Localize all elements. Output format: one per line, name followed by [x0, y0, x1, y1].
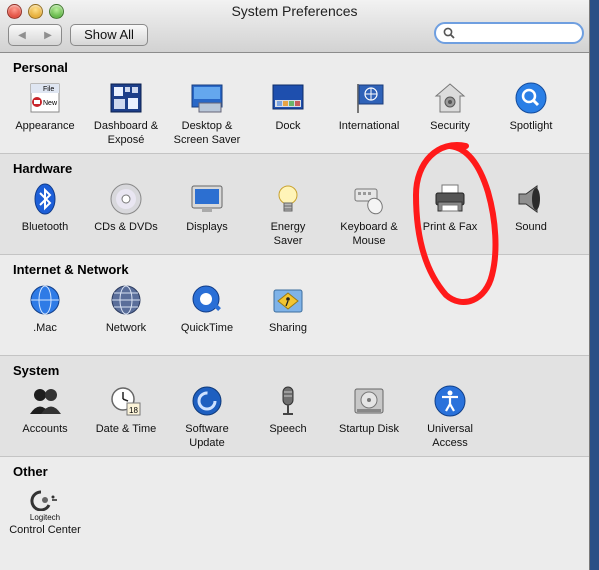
pref-label: Startup Disk	[339, 423, 399, 435]
international-icon	[352, 81, 386, 115]
keyboard-mouse-icon	[352, 182, 386, 216]
pref-label: Desktop & Screen Saver	[173, 120, 241, 146]
pref-energy-saver[interactable]: Energy Saver	[248, 182, 328, 248]
quicktime-icon	[190, 283, 224, 317]
microphone-icon	[271, 384, 305, 418]
pref-startup-disk[interactable]: Startup Disk	[329, 384, 409, 436]
dock-icon	[271, 81, 305, 115]
section-title: Personal	[13, 60, 68, 75]
pref-network[interactable]: Network	[86, 283, 166, 335]
window-title: System Preferences	[231, 3, 358, 19]
section-system: System Accounts 18 Date & Time Software …	[0, 356, 589, 457]
pref-logitech-control-center[interactable]: Logitech Control Center	[5, 485, 85, 537]
search-input[interactable]	[458, 24, 582, 42]
appearance-file-text: File	[43, 86, 54, 93]
back-button[interactable]: ◀	[18, 30, 26, 41]
pref-sound[interactable]: Sound	[491, 182, 571, 234]
dashboard-expose-icon	[109, 81, 143, 115]
software-update-icon	[190, 384, 224, 418]
system-preferences-window: System Preferences ◀ ▶ Show All Personal	[0, 0, 590, 570]
section-internet-network: Internet & Network .Mac Network QuickTim…	[0, 255, 589, 356]
appearance-new-text: New	[43, 100, 58, 107]
bluetooth-icon	[28, 182, 62, 216]
section-title: Internet & Network	[13, 262, 129, 277]
pref-speech[interactable]: Speech	[248, 384, 328, 436]
pref-label: Bluetooth	[21, 221, 69, 233]
startup-disk-icon	[352, 384, 386, 418]
calendar-day-text: 18	[129, 406, 138, 415]
pref-date-time[interactable]: 18 Date & Time	[86, 384, 166, 436]
pref-label: Control Center	[9, 524, 81, 536]
speaker-icon	[514, 182, 548, 216]
pref-accounts[interactable]: Accounts	[5, 384, 85, 436]
accounts-icon	[28, 384, 62, 418]
cd-dvd-icon	[109, 182, 143, 216]
pref-label: Energy Saver	[270, 221, 306, 247]
pref-bluetooth[interactable]: Bluetooth	[5, 182, 85, 234]
pref-label: Universal Access	[427, 423, 473, 449]
date-time-icon: 18	[109, 384, 143, 418]
pref-cds-dvds[interactable]: CDs & DVDs	[86, 182, 166, 234]
network-icon	[109, 283, 143, 317]
pref-appearance[interactable]: File New Appearance	[5, 81, 85, 133]
section-title: Other	[13, 464, 48, 479]
desktop-screensaver-icon	[190, 81, 224, 115]
pref-label: Accounts	[22, 423, 68, 435]
dotmac-icon	[28, 283, 62, 317]
section-hardware: Hardware Bluetooth CDs & DVDs Displays E…	[0, 154, 589, 255]
universal-access-icon	[433, 384, 467, 418]
pref-label: Date & Time	[95, 423, 157, 435]
section-personal: Personal File New Appearance Dashboard &…	[0, 53, 589, 154]
pref-label: Software Update	[185, 423, 229, 449]
pref-keyboard-mouse[interactable]: Keyboard & Mouse	[329, 182, 409, 248]
pref-label: QuickTime	[180, 322, 234, 334]
pref-spotlight[interactable]: Spotlight	[491, 81, 571, 133]
printer-icon	[433, 182, 467, 216]
back-forward-buttons: ◀ ▶	[8, 24, 62, 46]
pref-label: Spotlight	[509, 120, 553, 132]
logitech-icon	[28, 485, 62, 515]
title-bar: System Preferences ◀ ▶ Show All	[0, 0, 589, 53]
pref-label: International	[338, 120, 400, 132]
pref-dotmac[interactable]: .Mac	[5, 283, 85, 335]
pref-desktop-screensaver[interactable]: Desktop & Screen Saver	[167, 81, 247, 147]
appearance-icon: File New	[28, 81, 62, 115]
pref-label: Keyboard & Mouse	[340, 221, 398, 247]
forward-button[interactable]: ▶	[44, 30, 52, 41]
pref-quicktime[interactable]: QuickTime	[167, 283, 247, 335]
pref-label: .Mac	[33, 322, 57, 334]
logitech-badge: Logitech	[29, 513, 61, 522]
pref-dock[interactable]: Dock	[248, 81, 328, 133]
section-title: System	[13, 363, 60, 378]
spotlight-icon	[514, 81, 548, 115]
pref-label: Sharing	[269, 322, 307, 334]
pref-label: Network	[105, 322, 147, 334]
section-title: Hardware	[13, 161, 73, 176]
pref-dashboard-expose[interactable]: Dashboard & Exposé	[86, 81, 166, 147]
pref-label: Dashboard & Exposé	[93, 120, 159, 146]
sharing-icon	[271, 283, 305, 317]
pref-label: Sound	[515, 221, 547, 233]
show-all-button[interactable]: Show All	[70, 24, 148, 46]
pref-label: CDs & DVDs	[94, 221, 158, 233]
pref-displays[interactable]: Displays	[167, 182, 247, 234]
pref-international[interactable]: International	[329, 81, 409, 133]
pref-print-fax[interactable]: Print & Fax	[410, 182, 490, 234]
displays-icon	[190, 182, 224, 216]
pref-security[interactable]: Security	[410, 81, 490, 133]
pref-label: Displays	[186, 221, 228, 233]
pref-sharing[interactable]: Sharing	[248, 283, 328, 335]
pref-universal-access[interactable]: Universal Access	[410, 384, 490, 450]
pref-label: Dock	[275, 120, 301, 132]
search-icon	[443, 27, 455, 39]
pref-software-update[interactable]: Software Update	[167, 384, 247, 450]
energy-saver-icon	[271, 182, 305, 216]
security-icon	[433, 81, 467, 115]
pref-label: Security	[430, 120, 470, 132]
section-other: Other Logitech Control Center	[0, 457, 589, 570]
pref-label: Print & Fax	[422, 221, 478, 233]
pref-label: Speech	[269, 423, 307, 435]
search-field[interactable]	[434, 22, 584, 44]
pref-label: Appearance	[15, 120, 75, 132]
